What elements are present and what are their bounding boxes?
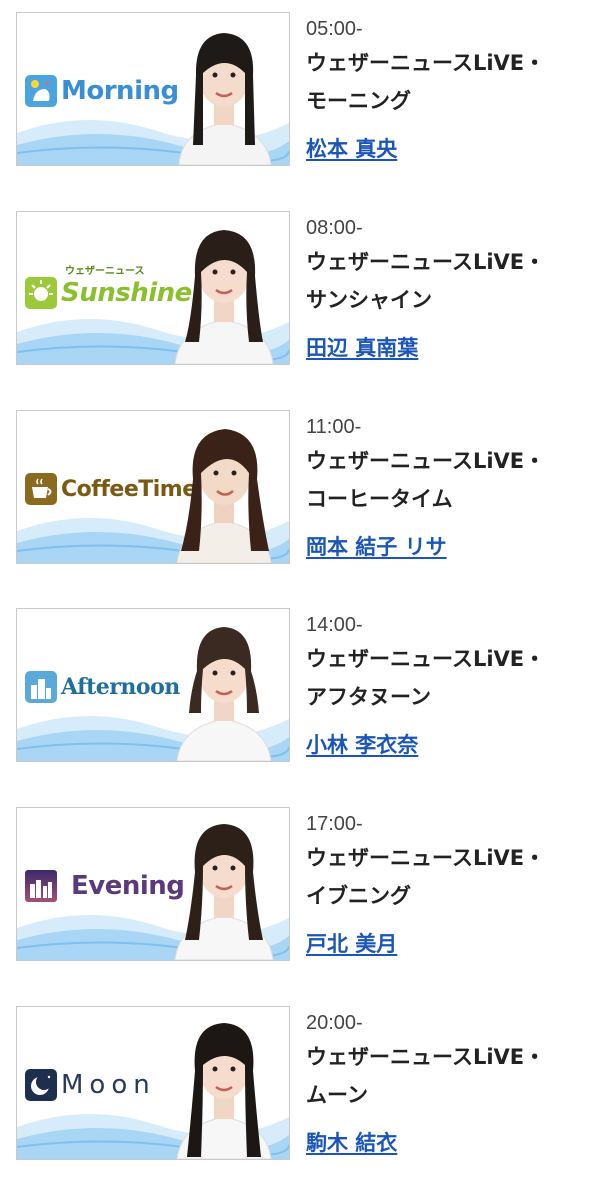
program-title-line1: ウェザーニュースLiVE・	[306, 449, 546, 473]
sun-icon	[25, 277, 57, 309]
program-title-line2: イブニング	[306, 884, 411, 908]
program-title-line2: ムーン	[306, 1083, 368, 1107]
program-title-line2: コーヒータイム	[306, 487, 453, 511]
program-card: ウェザーニュース Sunshine 08:00- ウェザーニュースLiVE・ サ…	[16, 211, 586, 366]
caster-photo	[176, 429, 272, 563]
caster-name-link[interactable]: 小林 李衣奈	[306, 730, 418, 760]
program-logo: Moon	[25, 1065, 156, 1105]
program-thumbnail[interactable]: CoffeeTime	[16, 410, 290, 564]
broadcast-time: 08:00-	[306, 217, 363, 239]
coffee-cup-icon	[25, 473, 57, 505]
broadcast-time: 17:00-	[306, 813, 363, 835]
caster-name-link[interactable]: 岡本 結子 リサ	[306, 532, 447, 562]
program-card: Moon 20:00- ウェザーニュースLiVE・ ムーン 駒木 結衣	[16, 1006, 586, 1161]
logo-text: Moon	[61, 1070, 156, 1100]
program-title-line2: モーニング	[306, 89, 411, 113]
program-title-line2: アフタヌーン	[306, 685, 431, 709]
sunset-city-icon	[25, 870, 57, 902]
program-thumbnail[interactable]: Moon	[16, 1006, 290, 1160]
rooster-icon	[25, 75, 57, 107]
caster-name-link[interactable]: 田辺 真南葉	[306, 333, 418, 363]
broadcast-time: 14:00-	[306, 614, 363, 636]
program-thumbnail[interactable]: Afternoon	[16, 608, 290, 762]
caster-name-link[interactable]: 戸北 美月	[306, 929, 397, 959]
program-title-line1: ウェザーニュースLiVE・	[306, 250, 546, 274]
program-thumbnail[interactable]: ウェザーニュース Sunshine	[16, 211, 290, 365]
broadcast-time: 05:00-	[306, 18, 363, 40]
broadcast-time: 11:00-	[306, 416, 362, 438]
program-title-line1: ウェザーニュースLiVE・	[306, 51, 546, 75]
program-title-line2: サンシャイン	[306, 288, 432, 312]
broadcast-time: 20:00-	[306, 1012, 363, 1034]
program-card: Afternoon 14:00- ウェザーニュースLiVE・ アフタヌーン 小林…	[16, 608, 586, 763]
caster-name-link[interactable]: 松本 真央	[306, 134, 397, 164]
caster-photo	[176, 1023, 272, 1159]
program-logo: Morning	[25, 71, 179, 111]
caster-photo	[174, 230, 274, 364]
program-logo: Afternoon	[25, 667, 180, 707]
program-title-line1: ウェザーニュースLiVE・	[306, 846, 546, 870]
program-thumbnail[interactable]: Morning	[16, 12, 290, 166]
program-title-line1: ウェザーニュースLiVE・	[306, 1045, 546, 1069]
program-card: CoffeeTime 11:00- ウェザーニュースLiVE・ コーヒータイム …	[16, 410, 586, 565]
logo-subtext: ウェザーニュース	[65, 266, 145, 277]
program-title-line1: ウェザーニュースLiVE・	[306, 647, 546, 671]
program-thumbnail[interactable]: Evening	[16, 807, 290, 961]
city-buildings-icon	[25, 671, 57, 703]
caster-photo	[174, 824, 274, 960]
caster-name-link[interactable]: 駒木 結衣	[306, 1128, 397, 1158]
caster-photo	[178, 33, 272, 165]
caster-photo	[176, 627, 272, 761]
program-card: Morning 05:00- ウェザーニュースLiVE・ モーニング 松本 真央	[16, 12, 586, 167]
program-card: Evening 17:00- ウェザーニュースLiVE・ イブニング 戸北 美月	[16, 807, 586, 962]
crescent-moon-icon	[25, 1069, 57, 1101]
